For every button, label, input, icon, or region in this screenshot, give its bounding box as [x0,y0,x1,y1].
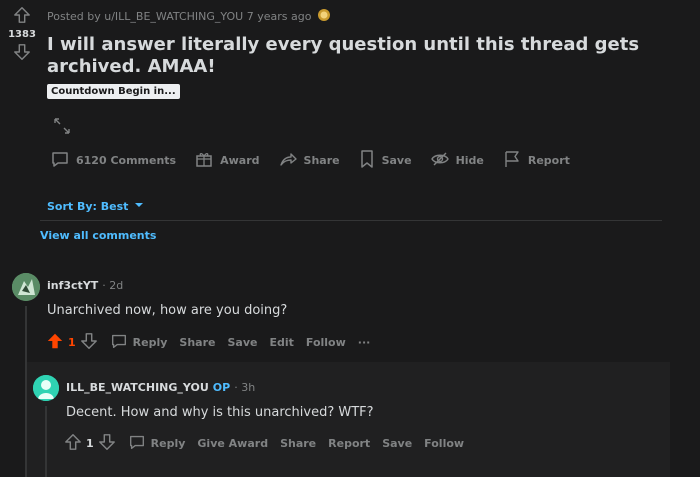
comment-header: inf3ctYT · 2d [47,279,123,292]
save-button[interactable]: Save [227,336,257,349]
hide-eye-icon [430,149,450,172]
follow-button[interactable]: Follow [424,437,464,450]
reply-button[interactable]: Reply [128,433,186,454]
posted-by-text: Posted by u/ILL_BE_WATCHING_YOU 7 years … [47,10,312,23]
expand-icon[interactable] [52,116,72,140]
hide-label: Hide [455,154,484,167]
comments-button[interactable]: 6120 Comments [50,149,176,172]
report-button[interactable]: Report [328,437,370,450]
sort-dropdown[interactable]: Sort By: Best [47,200,144,213]
downvote-icon[interactable] [6,43,38,61]
thread-line[interactable] [45,406,47,477]
comment-time: · 2d [102,279,124,292]
award-button[interactable]: Award [194,149,260,172]
view-all-comments-link[interactable]: View all comments [40,229,156,242]
upvote-icon[interactable] [46,332,64,353]
hide-button[interactable]: Hide [430,149,484,172]
sort-label: Sort By: Best [47,200,129,213]
reply-label: Reply [150,437,186,450]
comment-time: · 3h [234,381,256,394]
comment-vote-count: 1 [86,437,94,450]
comment-icon [128,433,146,454]
share-label: Share [303,154,340,167]
avatar[interactable] [33,375,59,401]
avatar[interactable] [12,273,40,301]
post-title[interactable]: I will answer literally every question u… [47,34,667,78]
comment-action-bar: 1 Reply Share Save Edit Follow ··· [46,332,370,353]
share-button[interactable]: Share [280,437,316,450]
post-vote-column: 1383 [6,6,38,61]
save-button[interactable]: Save [358,149,412,172]
divider [40,220,662,221]
comment-body: Decent. How and why is this unarchived? … [66,405,374,420]
comments-label: 6120 Comments [76,154,177,167]
gift-icon [194,149,214,172]
more-options-icon[interactable]: ··· [358,336,371,349]
upvote-icon[interactable] [6,6,38,24]
award-label: Award [220,154,260,167]
reply-label: Reply [132,336,168,349]
post-vote-count: 1383 [8,29,36,40]
share-button[interactable]: Share [179,336,215,349]
share-button[interactable]: Share [278,149,340,172]
award-badge-icon [317,8,331,25]
post-action-bar: 6120 Comments Award Share Save Hide Repo… [50,149,588,172]
report-button[interactable]: Report [502,149,570,172]
post-flair[interactable]: Countdown Begin in... [47,84,180,99]
bookmark-icon [358,149,376,172]
comment-vote-count: 1 [68,336,76,349]
reply-button[interactable]: Reply [110,332,168,353]
follow-button[interactable]: Follow [306,336,346,349]
op-badge: OP [212,381,231,394]
give-award-button[interactable]: Give Award [197,437,268,450]
comment-username[interactable]: inf3ctYT [47,279,98,292]
comment-action-bar: 1 Reply Give Award Share Report Save Fol… [64,433,464,454]
comment-icon [110,332,128,353]
post-meta: Posted by u/ILL_BE_WATCHING_YOU 7 years … [47,8,331,25]
share-icon [278,149,298,172]
flag-icon [502,149,522,172]
edit-button[interactable]: Edit [269,336,293,349]
upvote-icon[interactable] [64,433,82,454]
comment-username[interactable]: ILL_BE_WATCHING_YOU [66,381,209,394]
caret-down-icon [134,200,144,213]
comment-body: Unarchived now, how are you doing? [47,303,288,318]
save-button[interactable]: Save [382,437,412,450]
comment-icon [50,149,70,172]
save-label: Save [381,154,412,167]
comment-header: ILL_BE_WATCHING_YOU OP · 3h [66,381,255,394]
report-label: Report [527,154,570,167]
downvote-icon[interactable] [98,433,116,454]
downvote-icon[interactable] [80,332,98,353]
